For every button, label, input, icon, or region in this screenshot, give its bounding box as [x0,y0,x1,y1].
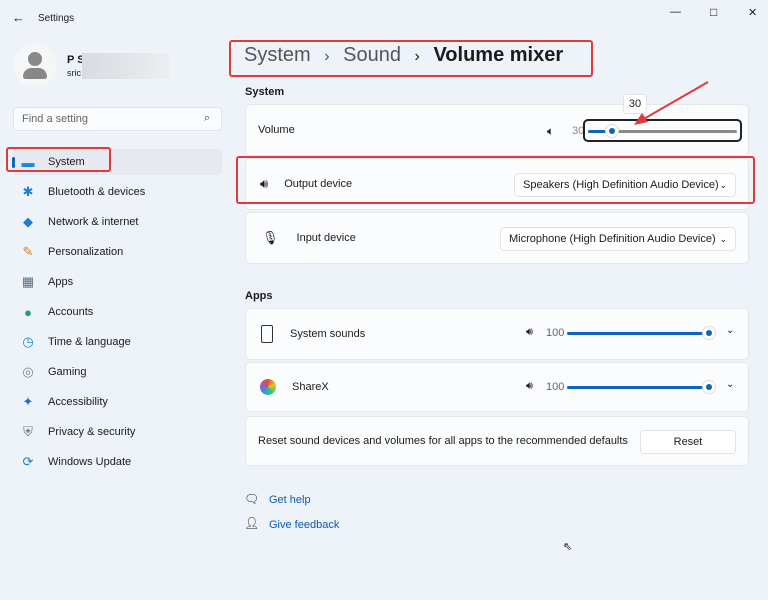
sidebar-item-bluetooth-devices[interactable]: ✱ Bluetooth & devices [12,179,222,205]
nav-icon: ◆ [23,214,33,229]
nav-icon: ⟳ [22,454,34,469]
give-feedback-link[interactable]: Give feedback [269,519,339,531]
maximize-button[interactable]: □ [710,5,717,19]
sidebar-item-label: Apps [48,276,74,288]
sidebar-item-apps[interactable]: ▦ Apps [12,269,222,295]
input-device-label: Input device [296,232,356,244]
nav-icon: ✎ [22,244,34,259]
system-heading: System [245,86,285,98]
sidebar-item-label: Gaming [48,366,87,378]
chevron-down-icon: ⌄ [719,233,727,244]
annotation-box-breadcrumb [229,40,593,77]
sidebar-item-label: Privacy & security [48,426,136,438]
annotation-box-system [6,147,111,172]
sidebar-item-label: Accounts [48,306,94,318]
microphone-icon: 🎙︎ [262,230,279,245]
sidebar-item-label: Accessibility [48,396,108,408]
slider-thumb[interactable] [702,380,716,394]
nav-icon: ✦ [22,394,34,409]
sidebar-item-windows-update[interactable]: ⟳ Windows Update [12,449,222,475]
window-title: Settings [38,13,75,24]
nav-icon: ◎ [22,364,34,379]
search-icon: ⌕ [204,112,211,124]
sidebar-item-label: Network & internet [48,216,139,228]
app-volume-slider[interactable] [567,326,716,344]
minimize-button[interactable]: — [670,6,681,18]
app-speaker-icon[interactable]: 🔊︎ [526,380,533,393]
sidebar-item-time-language[interactable]: ◷ Time & language [12,329,222,355]
annotation-box-output [236,156,755,204]
help-icon: 🗨︎ [244,492,260,506]
apps-heading: Apps [245,290,273,302]
slider-fill [567,386,709,389]
nav-icon: ✱ [22,184,34,199]
mouse-cursor: ⇖ [563,541,573,553]
avatar [13,43,57,87]
sidebar-item-network-internet[interactable]: ◆ Network & internet [12,209,222,235]
nav-icon: ◷ [22,334,34,349]
sidebar-item-label: Time & language [48,336,131,348]
reset-button[interactable]: Reset [640,430,736,454]
app-volume-value: 100 [546,327,565,339]
slider-track [611,130,737,133]
slider-thumb[interactable] [702,326,716,340]
app-label: System sounds [290,328,366,340]
app-volume-slider[interactable] [567,380,716,398]
volume-label: Volume [258,124,295,136]
speaker-icon[interactable]: 🔈︎ [547,124,554,139]
back-arrow-icon[interactable]: ← [12,10,25,25]
sharex-icon [260,379,276,395]
input-device-value: Microphone (High Definition Audio Device… [509,233,716,245]
sidebar-item-personalization[interactable]: ✎ Personalization [12,239,222,265]
sidebar-item-label: Bluetooth & devices [48,186,146,198]
sidebar-item-label: Windows Update [48,456,132,468]
sidebar-item-accounts[interactable]: ● Accounts [12,299,222,325]
annotation-arrow [634,81,709,125]
search-input[interactable]: Find a setting ⌕ [13,107,222,131]
search-placeholder: Find a setting [22,113,89,125]
get-help-link[interactable]: Get help [269,494,311,506]
input-device-dropdown[interactable]: Microphone (High Definition Audio Device… [500,227,736,251]
app-label: ShareX [292,381,329,393]
system-sounds-icon [261,325,273,343]
nav-icon: ▦ [21,274,35,289]
chevron-down-icon[interactable]: ⌄ [726,325,734,336]
slider-thumb[interactable] [604,124,619,138]
feedback-icon: 👤︎ [244,516,260,530]
sidebar-item-gaming[interactable]: ◎ Gaming [12,359,222,385]
nav-icon: ⛨ [23,424,33,439]
app-volume-value: 100 [546,381,565,393]
sidebar-item-accessibility[interactable]: ✦ Accessibility [12,389,222,415]
user-email: sric [67,68,81,78]
chevron-down-icon[interactable]: ⌄ [726,379,734,390]
close-button[interactable]: ✕ [748,6,757,19]
slider-fill [567,332,709,335]
nav-icon: ● [24,304,32,320]
sidebar-item-privacy-security[interactable]: ⛨ Privacy & security [12,419,222,445]
title-bar: ← Settings — □ ✕ [0,0,768,36]
app-speaker-icon[interactable]: 🔊︎ [526,326,533,339]
sidebar-item-label: Personalization [48,246,124,258]
redacted-block [82,53,170,79]
reset-description: Reset sound devices and volumes for all … [258,435,628,447]
